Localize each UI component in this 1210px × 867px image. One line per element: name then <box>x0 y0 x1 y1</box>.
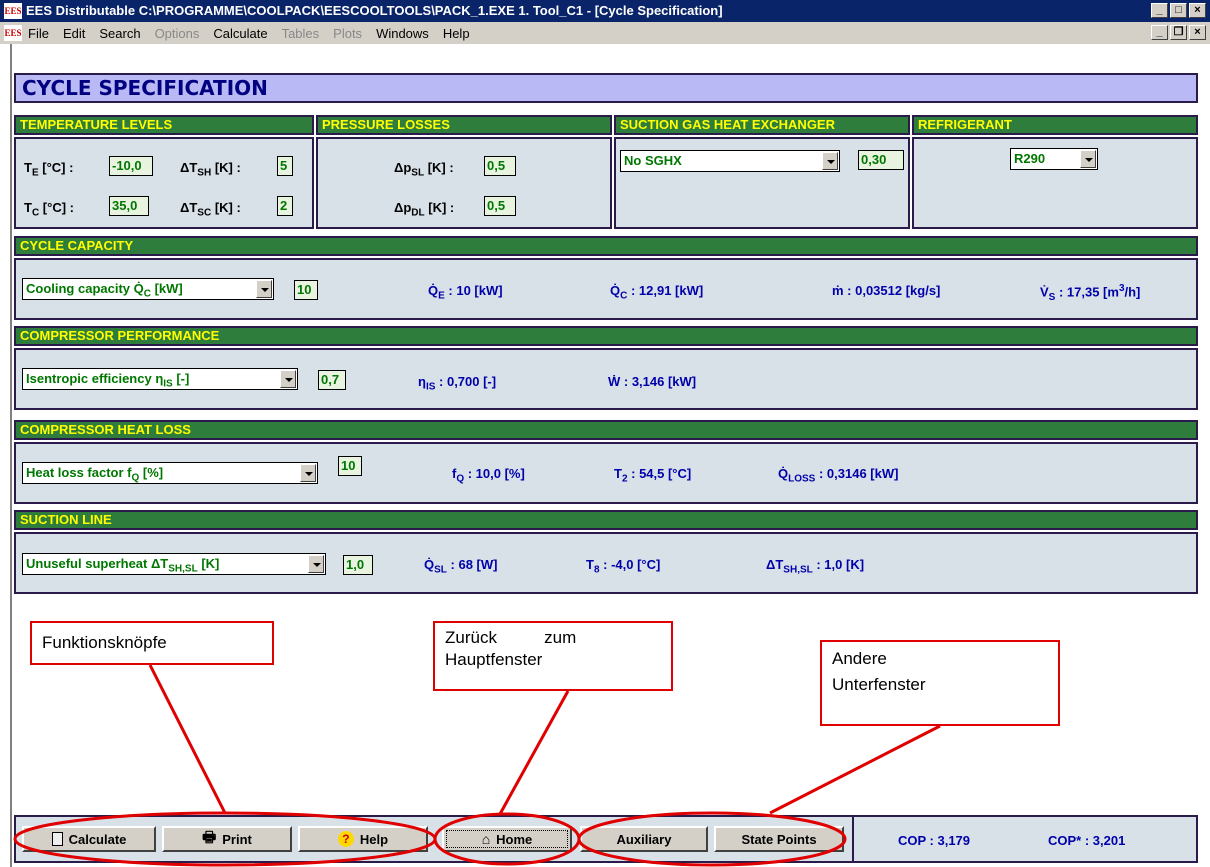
sghx-value-input[interactable]: 0,30 <box>858 150 904 170</box>
te-label: TE [°C] : <box>24 160 74 179</box>
callout-function-buttons: Funktionsknöpfe <box>30 621 274 665</box>
qe-output: Q̇E : 10 [kW] <box>428 283 503 302</box>
temperature-levels-header: TEMPERATURE LEVELS <box>14 115 314 135</box>
tsc-label: ΔTSC [K] : <box>180 200 241 219</box>
menu-options[interactable]: Options <box>153 26 202 41</box>
calculate-button[interactable]: Calculate <box>22 826 156 852</box>
qc-output: Q̇C : 12,91 [kW] <box>610 283 704 302</box>
mass-flow-output: ṁ : 0,03512 [kg/s] <box>832 283 941 298</box>
chevron-down-icon[interactable] <box>280 370 296 388</box>
cycle-capacity-header: CYCLE CAPACITY <box>14 236 1198 256</box>
sghx-header: SUCTION GAS HEAT EXCHANGER <box>614 115 910 135</box>
chevron-down-icon[interactable] <box>1080 150 1096 168</box>
toolbar-divider <box>852 817 854 861</box>
fq-output: fQ : 10,0 [%] <box>452 466 525 485</box>
menu-plots[interactable]: Plots <box>331 26 364 41</box>
eta-output: ηIS : 0,700 [-] <box>418 374 497 393</box>
tc-input[interactable]: 35,0 <box>109 196 149 216</box>
qsl-output: Q̇SL : 68 [W] <box>424 557 498 576</box>
document-window-controls: _ ❐ × <box>1151 25 1206 40</box>
cop-star-output: COP* : 3,201 <box>1048 833 1126 848</box>
te-input[interactable]: -10,0 <box>109 156 153 176</box>
state-points-button[interactable]: State Points <box>714 826 844 852</box>
chevron-down-icon[interactable] <box>822 152 838 170</box>
auxiliary-button[interactable]: Auxiliary <box>580 826 708 852</box>
pressure-panel <box>316 137 612 229</box>
question-icon: ? <box>337 831 354 847</box>
t8-output: T8 : -4,0 [°C] <box>586 557 661 576</box>
suction-line-header: SUCTION LINE <box>14 510 1198 530</box>
menu-windows[interactable]: Windows <box>374 26 431 41</box>
superheat-input[interactable]: 1,0 <box>343 555 373 575</box>
doc-restore-icon[interactable]: ❐ <box>1170 25 1187 40</box>
heat-loss-select[interactable]: Heat loss factor fQ [%] <box>22 462 318 484</box>
heat-loss-input[interactable]: 10 <box>338 456 362 476</box>
heat-loss-header: COMPRESSOR HEAT LOSS <box>14 420 1198 440</box>
menu-edit[interactable]: Edit <box>61 26 87 41</box>
window-title: EES Distributable C:\PROGRAMME\COOLPACK\… <box>0 0 1210 22</box>
chevron-down-icon[interactable] <box>256 280 272 298</box>
window-controls: _ □ × <box>1151 3 1206 18</box>
tsh-label: ΔTSH [K] : <box>180 160 241 179</box>
chevron-down-icon[interactable] <box>308 555 324 573</box>
pressure-losses-header: PRESSURE LOSSES <box>316 115 612 135</box>
callout-other-windows: Andere Unterfenster <box>820 640 1060 726</box>
calculator-icon <box>51 832 63 846</box>
house-icon: ⌂ <box>481 831 491 847</box>
home-button[interactable]: ⌂ Home <box>442 826 572 852</box>
compressor-performance-header: COMPRESSOR PERFORMANCE <box>14 326 1198 346</box>
psl-label: ΔpSL [K] : <box>394 160 454 179</box>
menu-file[interactable]: File <box>26 26 51 41</box>
ees-logo-icon: EES <box>4 3 22 19</box>
doc-close-icon[interactable]: × <box>1189 25 1206 40</box>
chevron-down-icon[interactable] <box>300 464 316 482</box>
document-logo-icon: EES <box>4 25 22 41</box>
print-button[interactable]: 🖶 Print <box>162 826 292 852</box>
t2-output: T2 : 54,5 [°C] <box>614 466 692 485</box>
pdl-label: ΔpDL [K] : <box>394 200 455 219</box>
maximize-icon[interactable]: □ <box>1170 3 1187 18</box>
menu-bar: File Edit Search Options Calculate Table… <box>0 22 1210 44</box>
tsh-sl-output: ΔTSH,SL : 1,0 [K] <box>766 557 865 576</box>
refrigerant-header: REFRIGERANT <box>912 115 1198 135</box>
efficiency-input[interactable]: 0,7 <box>318 370 346 390</box>
minimize-icon[interactable]: _ <box>1151 3 1168 18</box>
help-button[interactable]: ? Help <box>298 826 428 852</box>
sghx-select[interactable]: No SGHX <box>620 150 840 172</box>
doc-minimize-icon[interactable]: _ <box>1151 25 1168 40</box>
vs-output: V̇S : 17,35 [m3/h] <box>1040 283 1141 303</box>
qloss-output: Q̇LOSS : 0,3146 [kW] <box>778 466 899 485</box>
cop-output: COP : 3,179 <box>898 833 971 848</box>
page-title: CYCLE SPECIFICATION <box>14 73 1198 103</box>
power-output: Ẇ : 3,146 [kW] <box>608 374 697 389</box>
tsh-input[interactable]: 5 <box>277 156 293 176</box>
tsc-input[interactable]: 2 <box>277 196 293 216</box>
psl-input[interactable]: 0,5 <box>484 156 516 176</box>
menu-calculate[interactable]: Calculate <box>211 26 269 41</box>
tc-label: TC [°C] : <box>24 200 74 219</box>
close-icon[interactable]: × <box>1189 3 1206 18</box>
printer-icon: 🖶 <box>202 828 217 846</box>
capacity-select[interactable]: Cooling capacity Q̇C [kW] <box>22 278 274 300</box>
callout-back-home: Zurück zum Hauptfenster <box>433 621 673 691</box>
menu-help[interactable]: Help <box>441 26 472 41</box>
refrigerant-select[interactable]: R290 <box>1010 148 1098 170</box>
capacity-input[interactable]: 10 <box>294 280 318 300</box>
superheat-select[interactable]: Unuseful superheat ΔTSH,SL [K] <box>22 553 326 575</box>
menu-search[interactable]: Search <box>97 26 142 41</box>
pdl-input[interactable]: 0,5 <box>484 196 516 216</box>
efficiency-select[interactable]: Isentropic efficiency ηIS [-] <box>22 368 298 390</box>
menu-tables[interactable]: Tables <box>280 26 322 41</box>
